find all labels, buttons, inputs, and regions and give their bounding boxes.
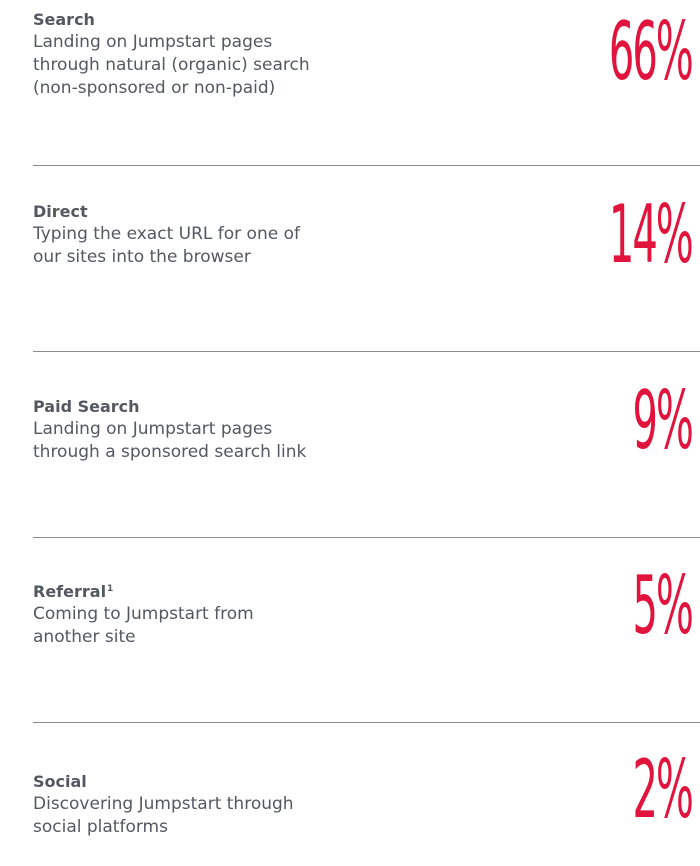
divider (33, 351, 700, 352)
footnote-marker: 1 (107, 583, 114, 594)
description-line: Coming to Jumpstart from (33, 604, 254, 624)
traffic-source-description: Landing on Jumpstart pages through natur… (33, 31, 453, 100)
traffic-source-description: Typing the exact URL for one of our site… (33, 223, 453, 269)
divider (33, 537, 700, 538)
traffic-source-label: Search (33, 10, 95, 29)
traffic-source-text: Direct Typing the exact URL for one of o… (33, 201, 453, 269)
traffic-source-label: Direct (33, 202, 88, 221)
traffic-source-percent: 2% (632, 743, 694, 836)
description-line: through a sponsored search link (33, 442, 307, 462)
description-line: our sites into the browser (33, 247, 251, 267)
description-line: Landing on Jumpstart pages (33, 32, 273, 52)
description-line: (non-sponsored or non-paid) (33, 78, 276, 98)
traffic-source-percent: 14% (609, 188, 694, 281)
traffic-source-text: Paid Search Landing on Jumpstart pages t… (33, 396, 453, 464)
traffic-source-label: Paid Search (33, 397, 140, 416)
divider (33, 165, 700, 166)
description-line: social platforms (33, 817, 168, 837)
traffic-source-text: Search Landing on Jumpstart pages throug… (33, 9, 453, 100)
description-line: another site (33, 627, 136, 647)
traffic-source-label: Referral1 (33, 582, 114, 601)
traffic-source-description: Landing on Jumpstart pages through a spo… (33, 418, 453, 464)
traffic-source-text: Referral1 Coming to Jumpstart from anoth… (33, 581, 453, 649)
description-line: through natural (organic) search (33, 55, 310, 75)
description-line: Landing on Jumpstart pages (33, 419, 273, 439)
traffic-source-text: Social Discovering Jumpstart through soc… (33, 771, 453, 839)
traffic-source-percent: 9% (632, 374, 694, 467)
divider (33, 722, 700, 723)
traffic-source-description: Coming to Jumpstart from another site (33, 603, 453, 649)
traffic-source-description: Discovering Jumpstart through social pla… (33, 793, 453, 839)
traffic-source-label: Social (33, 772, 87, 791)
traffic-source-percent: 66% (609, 5, 694, 98)
description-line: Typing the exact URL for one of (33, 224, 300, 244)
traffic-source-list: Search Landing on Jumpstart pages throug… (0, 0, 700, 866)
traffic-source-percent: 5% (632, 559, 694, 652)
description-line: Discovering Jumpstart through (33, 794, 294, 814)
